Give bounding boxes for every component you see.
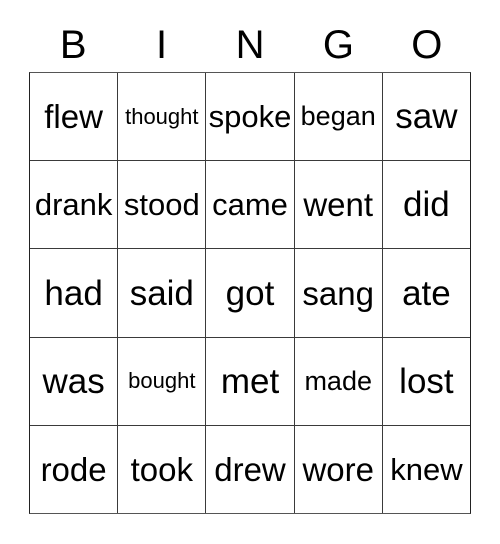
bingo-cell-label: began	[300, 101, 376, 132]
bingo-cell[interactable]: said	[117, 249, 206, 337]
bingo-cell[interactable]: thought	[117, 73, 206, 161]
bingo-cell[interactable]: knew	[381, 425, 471, 514]
bingo-row: drank stood came went did	[30, 160, 471, 249]
bingo-cell-label: went	[303, 186, 374, 224]
bingo-cell[interactable]: drank	[30, 161, 118, 249]
bingo-header-letter-o: O	[411, 23, 443, 67]
bingo-header-letter-i: I	[156, 23, 168, 67]
bingo-cell-label: thought	[125, 103, 199, 129]
bingo-cell-label: stood	[123, 187, 200, 223]
bingo-cell-label: sang	[302, 274, 374, 312]
bingo-cell-label: wore	[302, 450, 374, 488]
bingo-cell[interactable]: wore	[293, 425, 382, 514]
bingo-cell-label: came	[212, 187, 288, 223]
bingo-cell[interactable]: was	[30, 337, 118, 425]
bingo-cell[interactable]: bought	[117, 337, 206, 425]
bingo-cell[interactable]: took	[117, 425, 206, 514]
bingo-row: had said got sang ate	[30, 248, 471, 337]
bingo-cell[interactable]: had	[30, 249, 118, 337]
bingo-cell[interactable]: sang	[293, 249, 382, 337]
bingo-cell[interactable]: did	[381, 161, 471, 249]
bingo-cell-label: had	[44, 273, 103, 313]
bingo-cell-label: was	[42, 361, 105, 401]
bingo-cell-label: lost	[399, 361, 454, 401]
bingo-cell[interactable]: flew	[30, 73, 118, 161]
bingo-cell-label: spoke	[208, 99, 292, 135]
bingo-header-letter-n: N	[235, 23, 265, 67]
bingo-cell-label: said	[129, 273, 194, 313]
bingo-cell[interactable]: began	[293, 73, 382, 161]
bingo-header-row: B I N G O	[29, 18, 471, 72]
bingo-cell-label: got	[225, 273, 275, 313]
bingo-header-letter-g: G	[322, 23, 354, 67]
bingo-row: was bought met made lost	[30, 336, 471, 425]
bingo-cell-label: rode	[40, 450, 107, 488]
bingo-cell[interactable]: went	[293, 161, 382, 249]
bingo-cell-label: drank	[34, 187, 113, 223]
bingo-cell[interactable]: saw	[381, 73, 471, 161]
bingo-cell[interactable]: came	[205, 161, 294, 249]
bingo-cell-label: drew	[214, 450, 286, 488]
bingo-cell[interactable]: ate	[381, 249, 471, 337]
bingo-cell[interactable]: met	[205, 337, 294, 425]
bingo-cell-label: knew	[390, 451, 463, 487]
bingo-cell-label: ate	[402, 273, 451, 313]
bingo-header-letter-b: B	[59, 23, 87, 67]
bingo-cell[interactable]: stood	[117, 161, 206, 249]
bingo-cell[interactable]: spoke	[205, 73, 294, 161]
bingo-cell-label: took	[130, 450, 193, 488]
bingo-row: flew thought spoke began saw	[30, 73, 471, 161]
bingo-cell[interactable]: lost	[381, 337, 471, 425]
bingo-grid: flew thought spoke began saw drank stood…	[29, 72, 471, 514]
bingo-cell[interactable]: made	[293, 337, 382, 425]
bingo-cell-label: met	[220, 361, 280, 401]
bingo-cell-label: saw	[395, 97, 458, 137]
bingo-cell-label: flew	[44, 98, 103, 136]
bingo-cell-label: made	[304, 365, 372, 396]
bingo-row: rode took drew wore knew	[30, 424, 471, 514]
bingo-cell-label: bought	[128, 368, 196, 394]
bingo-cell[interactable]: rode	[30, 425, 118, 514]
bingo-card: B I N G O flew thought spoke began saw d…	[0, 0, 500, 544]
bingo-cell[interactable]: drew	[205, 425, 294, 514]
bingo-cell-label: did	[403, 185, 450, 225]
bingo-cell[interactable]: got	[205, 249, 294, 337]
